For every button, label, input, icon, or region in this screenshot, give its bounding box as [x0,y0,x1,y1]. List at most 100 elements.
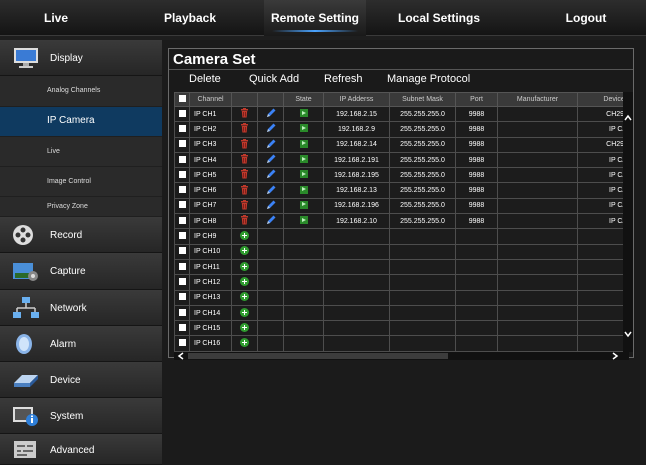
table-row[interactable]: IP CH9 [174,228,629,245]
pencil-icon[interactable] [266,200,276,212]
delete-camera-button[interactable] [231,167,258,184]
add-camera-button[interactable] [231,335,258,352]
pencil-icon[interactable] [266,123,276,135]
edit-camera-button[interactable] [257,197,284,215]
add-camera-button[interactable] [231,243,258,260]
nav-logout[interactable]: Logout [546,0,626,36]
row-checkbox[interactable] [174,320,190,337]
trash-icon[interactable] [240,184,249,197]
row-checkbox[interactable] [174,258,190,276]
horizontal-scroll-thumb[interactable] [188,353,448,359]
row-checkbox[interactable] [174,136,190,153]
table-row[interactable]: IP CH11 [174,258,629,276]
sidebar-item-record[interactable]: Record [0,217,162,253]
delete-camera-button[interactable] [231,151,258,169]
edit-camera-button[interactable] [257,105,284,123]
delete-camera-button[interactable] [231,213,258,230]
trash-icon[interactable] [240,199,249,212]
sidebar-item-network[interactable]: Network [0,290,162,326]
table-row[interactable]: IP CH15 [174,320,629,337]
table-row[interactable]: IP CH13 [174,289,629,306]
add-camera-button[interactable] [231,304,258,322]
refresh-button[interactable]: Refresh [324,73,363,85]
delete-camera-button[interactable] [231,197,258,215]
row-checkbox[interactable] [174,105,190,123]
table-row[interactable]: IP CH8 192.168.2.10255.255.255.09988 IP CA… [174,213,629,230]
row-checkbox[interactable] [174,197,190,215]
quick-add-button[interactable]: Quick Add [249,73,299,85]
add-circle-icon[interactable] [240,246,249,256]
table-row[interactable]: IP CH4 192.168.2.191255.255.255.09988 IP C… [174,151,629,169]
row-checkbox[interactable] [174,274,190,291]
scroll-right-icon[interactable] [611,352,619,360]
nav-remote-setting[interactable]: Remote Setting [264,0,366,36]
sidebar-item-system[interactable]: System [0,398,162,434]
nav-local-settings[interactable]: Local Settings [384,0,494,36]
row-checkbox[interactable] [174,167,190,184]
add-camera-button[interactable] [231,289,258,306]
sidebar-sub-privacy-zone[interactable]: Privacy Zone [0,197,162,217]
row-checkbox[interactable] [174,182,190,199]
trash-icon[interactable] [240,138,249,151]
sidebar-sub-analog-channels[interactable]: Analog Channels [0,76,162,107]
row-checkbox[interactable] [174,151,190,169]
edit-camera-button[interactable] [257,121,284,138]
table-row[interactable]: IP CH3 192.168.2.14255.255.255.09988 CH293… [174,136,629,153]
edit-camera-button[interactable] [257,151,284,169]
edit-camera-button[interactable] [257,136,284,153]
trash-icon[interactable] [240,154,249,166]
table-row[interactable]: IP CH14 [174,304,629,322]
delete-button[interactable]: Delete [189,73,221,85]
add-circle-icon[interactable] [240,231,249,241]
trash-icon[interactable] [240,108,249,120]
table-row[interactable]: IP CH5 192.168.2.195255.255.255.09988 IP C… [174,167,629,184]
vertical-scrollbar[interactable] [623,92,633,352]
pencil-icon[interactable] [266,108,276,120]
table-row[interactable]: IP CH2 192.168.2.9255.255.255.09988 IP CAM [174,121,629,138]
table-row[interactable]: IP CH6 192.168.2.13255.255.255.09988 IP CA… [174,182,629,199]
table-row[interactable]: IP CH16 [174,335,629,352]
add-circle-icon[interactable] [240,322,249,332]
edit-camera-button[interactable] [257,213,284,230]
scroll-up-icon[interactable] [624,114,632,122]
sidebar-item-device[interactable]: Device [0,362,162,398]
scroll-down-icon[interactable] [624,330,632,338]
delete-camera-button[interactable] [231,182,258,199]
horizontal-scrollbar[interactable] [174,352,629,360]
pencil-icon[interactable] [266,154,276,166]
table-row[interactable]: IP CH12 [174,274,629,291]
table-row[interactable]: IP CH7 192.168.2.196255.255.255.09988 IP C… [174,197,629,215]
row-checkbox[interactable] [174,289,190,306]
sidebar-sub-live[interactable]: Live [0,137,162,167]
add-camera-button[interactable] [231,274,258,291]
sidebar-sub-ip-camera[interactable]: IP Camera [0,107,162,137]
add-circle-icon[interactable] [240,261,249,271]
row-checkbox[interactable] [174,243,190,260]
sidebar-item-display[interactable]: Display [0,40,162,76]
pencil-icon[interactable] [266,215,276,227]
sidebar-item-capture[interactable]: Capture [0,253,162,290]
trash-icon[interactable] [240,169,249,181]
edit-camera-button[interactable] [257,182,284,199]
sidebar-sub-image-control[interactable]: Image Control [0,167,162,197]
add-camera-button[interactable] [231,228,258,245]
add-camera-button[interactable] [231,258,258,276]
delete-camera-button[interactable] [231,121,258,138]
trash-icon[interactable] [240,215,249,227]
sidebar-item-advanced[interactable]: Advanced [0,434,162,465]
delete-camera-button[interactable] [231,105,258,123]
table-row[interactable]: IP CH1 192.168.2.15255.255.255.09988 CH293… [174,105,629,123]
row-checkbox[interactable] [174,335,190,352]
table-row[interactable]: IP CH10 [174,243,629,260]
pencil-icon[interactable] [266,169,276,181]
sidebar-item-alarm[interactable]: Alarm [0,326,162,362]
nav-live[interactable]: Live [0,0,112,36]
delete-camera-button[interactable] [231,136,258,153]
pencil-icon[interactable] [266,185,276,197]
nav-playback[interactable]: Playback [150,0,230,36]
pencil-icon[interactable] [266,139,276,151]
add-circle-icon[interactable] [240,292,249,302]
trash-icon[interactable] [240,123,249,135]
edit-camera-button[interactable] [257,167,284,184]
row-checkbox[interactable] [174,213,190,230]
